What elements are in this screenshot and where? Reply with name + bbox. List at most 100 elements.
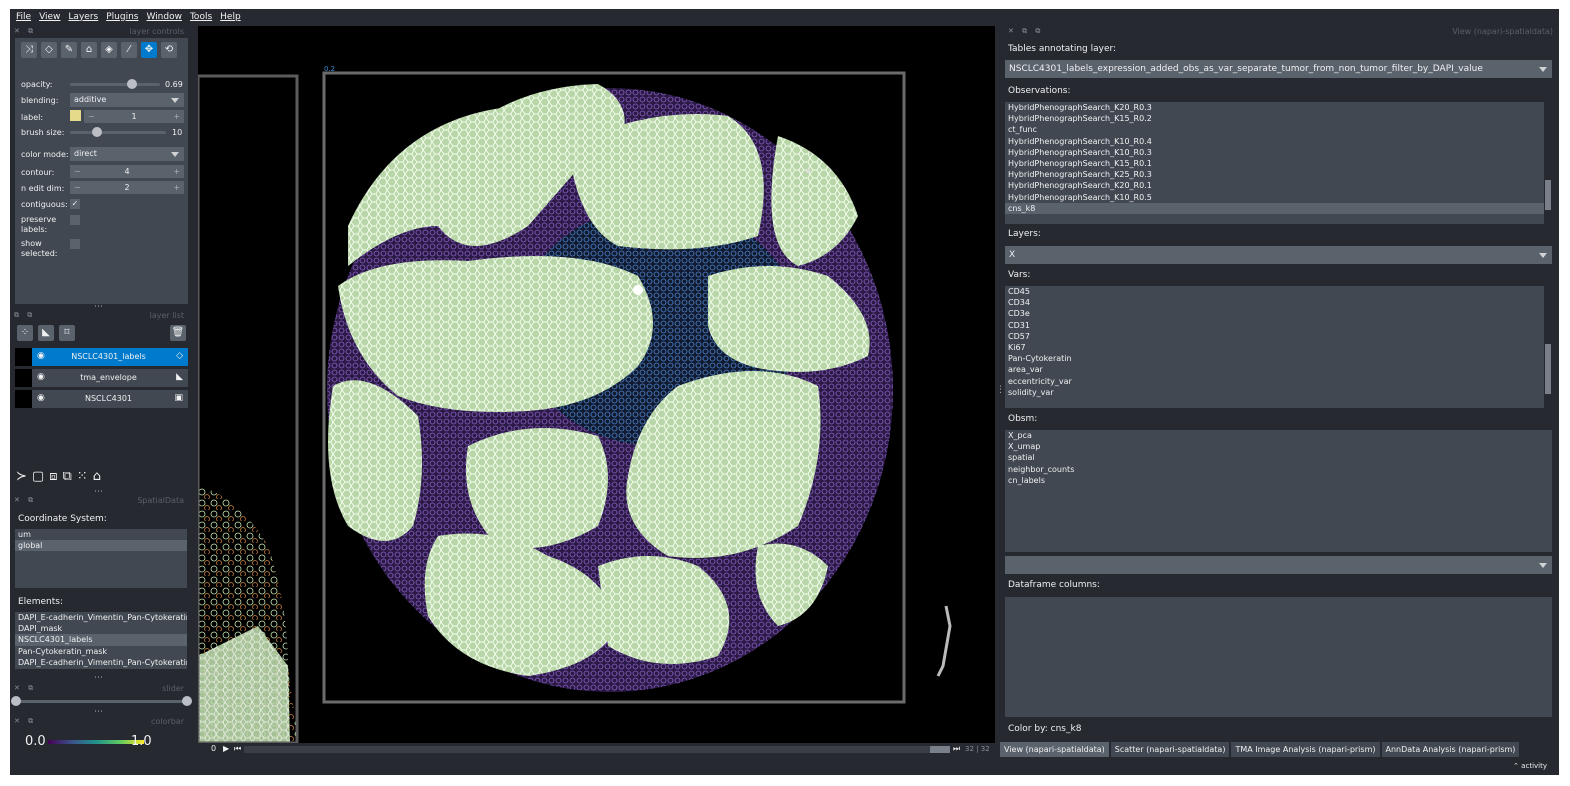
dock-controls-icon[interactable]: ⧉ ⧉ xyxy=(14,311,35,320)
obsm-list[interactable]: X_pca X_umap spatial neighbor_counts cn_… xyxy=(1005,430,1552,552)
var-item[interactable]: CD31 xyxy=(1005,320,1552,331)
element-item[interactable]: DAPI_E-cadherin_Vimentin_Pan-Cytokeratin xyxy=(15,612,187,623)
fill-bucket-icon[interactable]: ◈ xyxy=(101,42,117,58)
menu-file[interactable]: File xyxy=(16,12,31,22)
obsm-column-select[interactable] xyxy=(1005,556,1552,574)
obsm-item[interactable]: spatial xyxy=(1005,452,1552,463)
var-item[interactable]: Pan-Cytokeratin xyxy=(1005,353,1552,364)
menu-window[interactable]: Window xyxy=(146,12,182,22)
label-color-swatch[interactable] xyxy=(70,110,81,121)
obsm-item[interactable]: X_pca xyxy=(1005,430,1552,441)
minus-icon[interactable]: − xyxy=(74,165,81,178)
slider-handle-max[interactable] xyxy=(182,696,192,706)
menu-tools[interactable]: Tools xyxy=(190,12,212,22)
tab-anndata-analysis[interactable]: AnnData Analysis (napari-prism) xyxy=(1381,742,1520,757)
coord-item[interactable]: um xyxy=(15,529,187,540)
dock-controls-icon[interactable]: ✕ ⧉ ⧉ xyxy=(1008,27,1043,36)
dock-controls-icon[interactable]: ✕ ⧉ xyxy=(14,717,36,726)
opacity-slider-track[interactable] xyxy=(70,83,160,86)
eye-icon[interactable]: ◉ xyxy=(37,372,45,382)
brush-slider-handle[interactable] xyxy=(91,127,102,137)
var-item[interactable]: CD45 xyxy=(1005,286,1552,297)
paint-brush-icon[interactable]: ✎ xyxy=(61,42,77,58)
var-item[interactable]: solidity_var xyxy=(1005,387,1552,398)
obs-item[interactable]: HybridPhenographSearch_K20_R0.3 xyxy=(1005,102,1552,113)
transpose-icon[interactable]: ⧉ xyxy=(62,469,71,484)
polygon-icon[interactable]: ⌂ xyxy=(81,42,97,58)
new-points-layer-icon[interactable]: ⁘ xyxy=(17,325,33,341)
layer-row-nsclc4301[interactable]: ◉ NSCLC4301 ▣ xyxy=(15,390,188,408)
show-selected-checkbox[interactable] xyxy=(70,239,80,249)
skip-icon[interactable]: ⏮ xyxy=(234,744,241,754)
grid-icon[interactable]: ⁙ xyxy=(77,469,88,484)
minus-icon[interactable]: − xyxy=(88,110,95,123)
var-item[interactable]: CD3e xyxy=(1005,308,1552,319)
scroll-thumb[interactable] xyxy=(1545,344,1551,394)
tab-view-spatialdata[interactable]: View (napari-spatialdata) xyxy=(1000,742,1109,757)
obsm-item[interactable]: cn_labels xyxy=(1005,475,1552,486)
obs-item[interactable]: HybridPhenographSearch_K10_R0.5 xyxy=(1005,192,1552,203)
obs-item[interactable]: HybridPhenographSearch_K10_R0.4 xyxy=(1005,136,1552,147)
dock-controls-icon[interactable]: ✕ ⧉ xyxy=(14,27,36,36)
eraser-icon[interactable]: ◇ xyxy=(41,42,57,58)
layer-row-tma-envelope[interactable]: ◉ tma_envelope ◣ xyxy=(15,369,188,387)
eye-icon[interactable]: ◉ xyxy=(37,393,45,403)
minus-icon[interactable]: − xyxy=(74,181,81,194)
obs-item[interactable]: HybridPhenographSearch_K10_R0.3 xyxy=(1005,147,1552,158)
opacity-slider-handle[interactable] xyxy=(127,79,138,89)
coord-item[interactable]: global xyxy=(15,540,187,552)
elements-list[interactable]: DAPI_E-cadherin_Vimentin_Pan-Cytokeratin… xyxy=(15,612,187,669)
slider-track[interactable] xyxy=(15,700,187,703)
element-item[interactable]: NSCLC4301_labels xyxy=(15,634,187,646)
vertical-splitter[interactable]: ⋮ xyxy=(996,385,1005,395)
console-icon[interactable]: ≻ xyxy=(16,469,27,484)
shuffle-colors-icon[interactable]: ⤨ xyxy=(21,42,37,58)
label-spinbox[interactable]: − 1 + xyxy=(84,110,184,123)
var-item[interactable]: area_var xyxy=(1005,364,1552,375)
activity-button[interactable]: ⌃ activity xyxy=(1513,762,1547,770)
obs-item[interactable]: HybridPhenographSearch_K15_R0.1 xyxy=(1005,158,1552,169)
dims-slider-track[interactable] xyxy=(244,746,950,753)
delete-layer-icon[interactable]: 🗑 xyxy=(170,325,186,341)
var-item[interactable]: CD57 xyxy=(1005,331,1552,342)
color-mode-select[interactable]: direct xyxy=(70,147,184,161)
play-icon[interactable]: ▶ xyxy=(223,744,229,753)
eye-icon[interactable]: ◉ xyxy=(37,351,45,361)
color-picker-icon[interactable]: ⁄ xyxy=(121,42,137,58)
element-item[interactable]: DAPI_mask xyxy=(15,623,187,634)
coordinate-system-list[interactable]: um global xyxy=(15,529,187,588)
pan-zoom-icon[interactable]: ✥ xyxy=(141,42,157,58)
viewer-canvas[interactable]: 0.2 xyxy=(198,26,995,743)
contour-spinbox[interactable]: − 4 + xyxy=(70,165,184,178)
brush-slider-track[interactable] xyxy=(70,131,166,134)
obs-item[interactable]: HybridPhenographSearch_K15_R0.2 xyxy=(1005,113,1552,124)
var-item[interactable]: eccentricity_var xyxy=(1005,376,1552,387)
contiguous-checkbox[interactable]: ✓ xyxy=(70,199,80,209)
ndisplay-icon[interactable]: ▢ xyxy=(32,469,44,484)
dock-controls-icon[interactable]: ✕ ⧉ xyxy=(14,684,36,693)
new-shapes-layer-icon[interactable]: ◣ xyxy=(38,325,54,341)
observations-scrollbar[interactable] xyxy=(1544,102,1552,224)
plus-icon[interactable]: + xyxy=(173,110,180,123)
transform-icon[interactable]: ⟲ xyxy=(161,42,177,58)
preserve-labels-checkbox[interactable] xyxy=(70,215,80,225)
vars-scrollbar[interactable] xyxy=(1544,286,1552,408)
observations-list[interactable]: HybridPhenographSearch_K20_R0.3 HybridPh… xyxy=(1005,102,1552,224)
obs-item[interactable]: HybridPhenographSearch_K25_R0.3 xyxy=(1005,169,1552,180)
n-edit-dim-spinbox[interactable]: − 2 + xyxy=(70,181,184,194)
obsm-item[interactable]: X_umap xyxy=(1005,441,1552,452)
element-item[interactable]: DAPI_E-cadherin_Vimentin_Pan-Cytokeratin xyxy=(15,657,187,668)
menu-layers[interactable]: Layers xyxy=(68,12,98,22)
skip-end-icon[interactable]: ⏭ xyxy=(953,744,960,754)
obs-item[interactable]: ct_func xyxy=(1005,124,1552,135)
dims-slider-thumb[interactable] xyxy=(930,746,950,753)
new-labels-layer-icon[interactable]: ⌑ xyxy=(59,325,75,341)
slider-handle-min[interactable] xyxy=(11,696,21,706)
scroll-thumb[interactable] xyxy=(1545,180,1551,210)
home-icon[interactable]: ⌂ xyxy=(93,469,101,484)
menu-view[interactable]: View xyxy=(39,12,60,22)
element-item[interactable]: Pan-Cytokeratin_mask xyxy=(15,646,187,657)
var-item[interactable]: CD34 xyxy=(1005,297,1552,308)
layer-row-nsclc4301-labels[interactable]: ◉ NSCLC4301_labels ◇ xyxy=(15,348,188,366)
plus-icon[interactable]: + xyxy=(173,165,180,178)
